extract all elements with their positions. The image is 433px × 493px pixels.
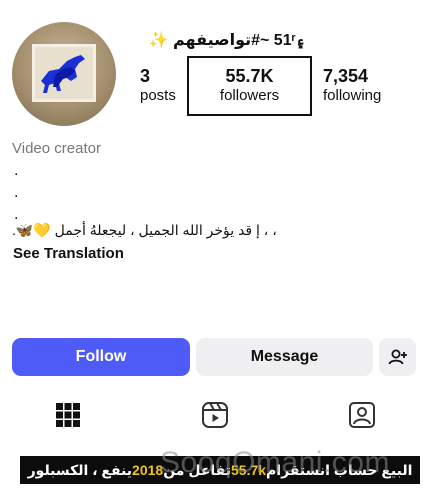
following-label: following	[323, 87, 382, 104]
profile-category: Video creator	[12, 140, 101, 157]
site-watermark: SooqOmani.com	[160, 446, 390, 479]
tab-posts-grid[interactable]	[53, 400, 83, 430]
following-count: 7,354	[323, 66, 369, 86]
profile-bio: ، ، ‌إ قد يؤخر الله الجميل ، ليجعلهُ أجم…	[12, 222, 277, 238]
tab-reels[interactable]	[200, 400, 230, 430]
grid-icon	[56, 403, 80, 427]
reels-icon	[202, 402, 228, 428]
banner-text: ينفع ، الكسبلور	[27, 461, 133, 478]
posts-label: posts	[140, 87, 176, 104]
stat-posts[interactable]: 3 posts	[140, 66, 176, 106]
posts-count: 3	[140, 66, 151, 86]
tagged-icon	[349, 402, 375, 428]
profile-username: ۽51ʳ ~#تواصيفهم ✨	[148, 32, 305, 49]
bio-dots: . . .	[14, 160, 18, 226]
followers-count: 55.7K	[225, 66, 274, 86]
bio-dot: .	[14, 184, 19, 201]
stat-following[interactable]: 7,354 following	[323, 66, 381, 106]
tab-tagged[interactable]	[347, 400, 377, 430]
add-user-icon	[388, 349, 407, 365]
message-button[interactable]: Message	[196, 338, 373, 376]
horse-icon	[35, 47, 93, 99]
suggest-users-button[interactable]	[379, 338, 416, 376]
stat-followers[interactable]: 55.7K followers	[187, 56, 312, 116]
bio-dot: .	[14, 162, 19, 179]
profile-avatar[interactable]	[12, 22, 116, 126]
followers-label: followers	[219, 87, 280, 104]
see-translation-link[interactable]: See Translation	[13, 245, 124, 262]
follow-button[interactable]: Follow	[12, 338, 190, 376]
banner-highlight-year: 2018	[132, 462, 164, 478]
avatar-picture-frame	[32, 44, 96, 102]
